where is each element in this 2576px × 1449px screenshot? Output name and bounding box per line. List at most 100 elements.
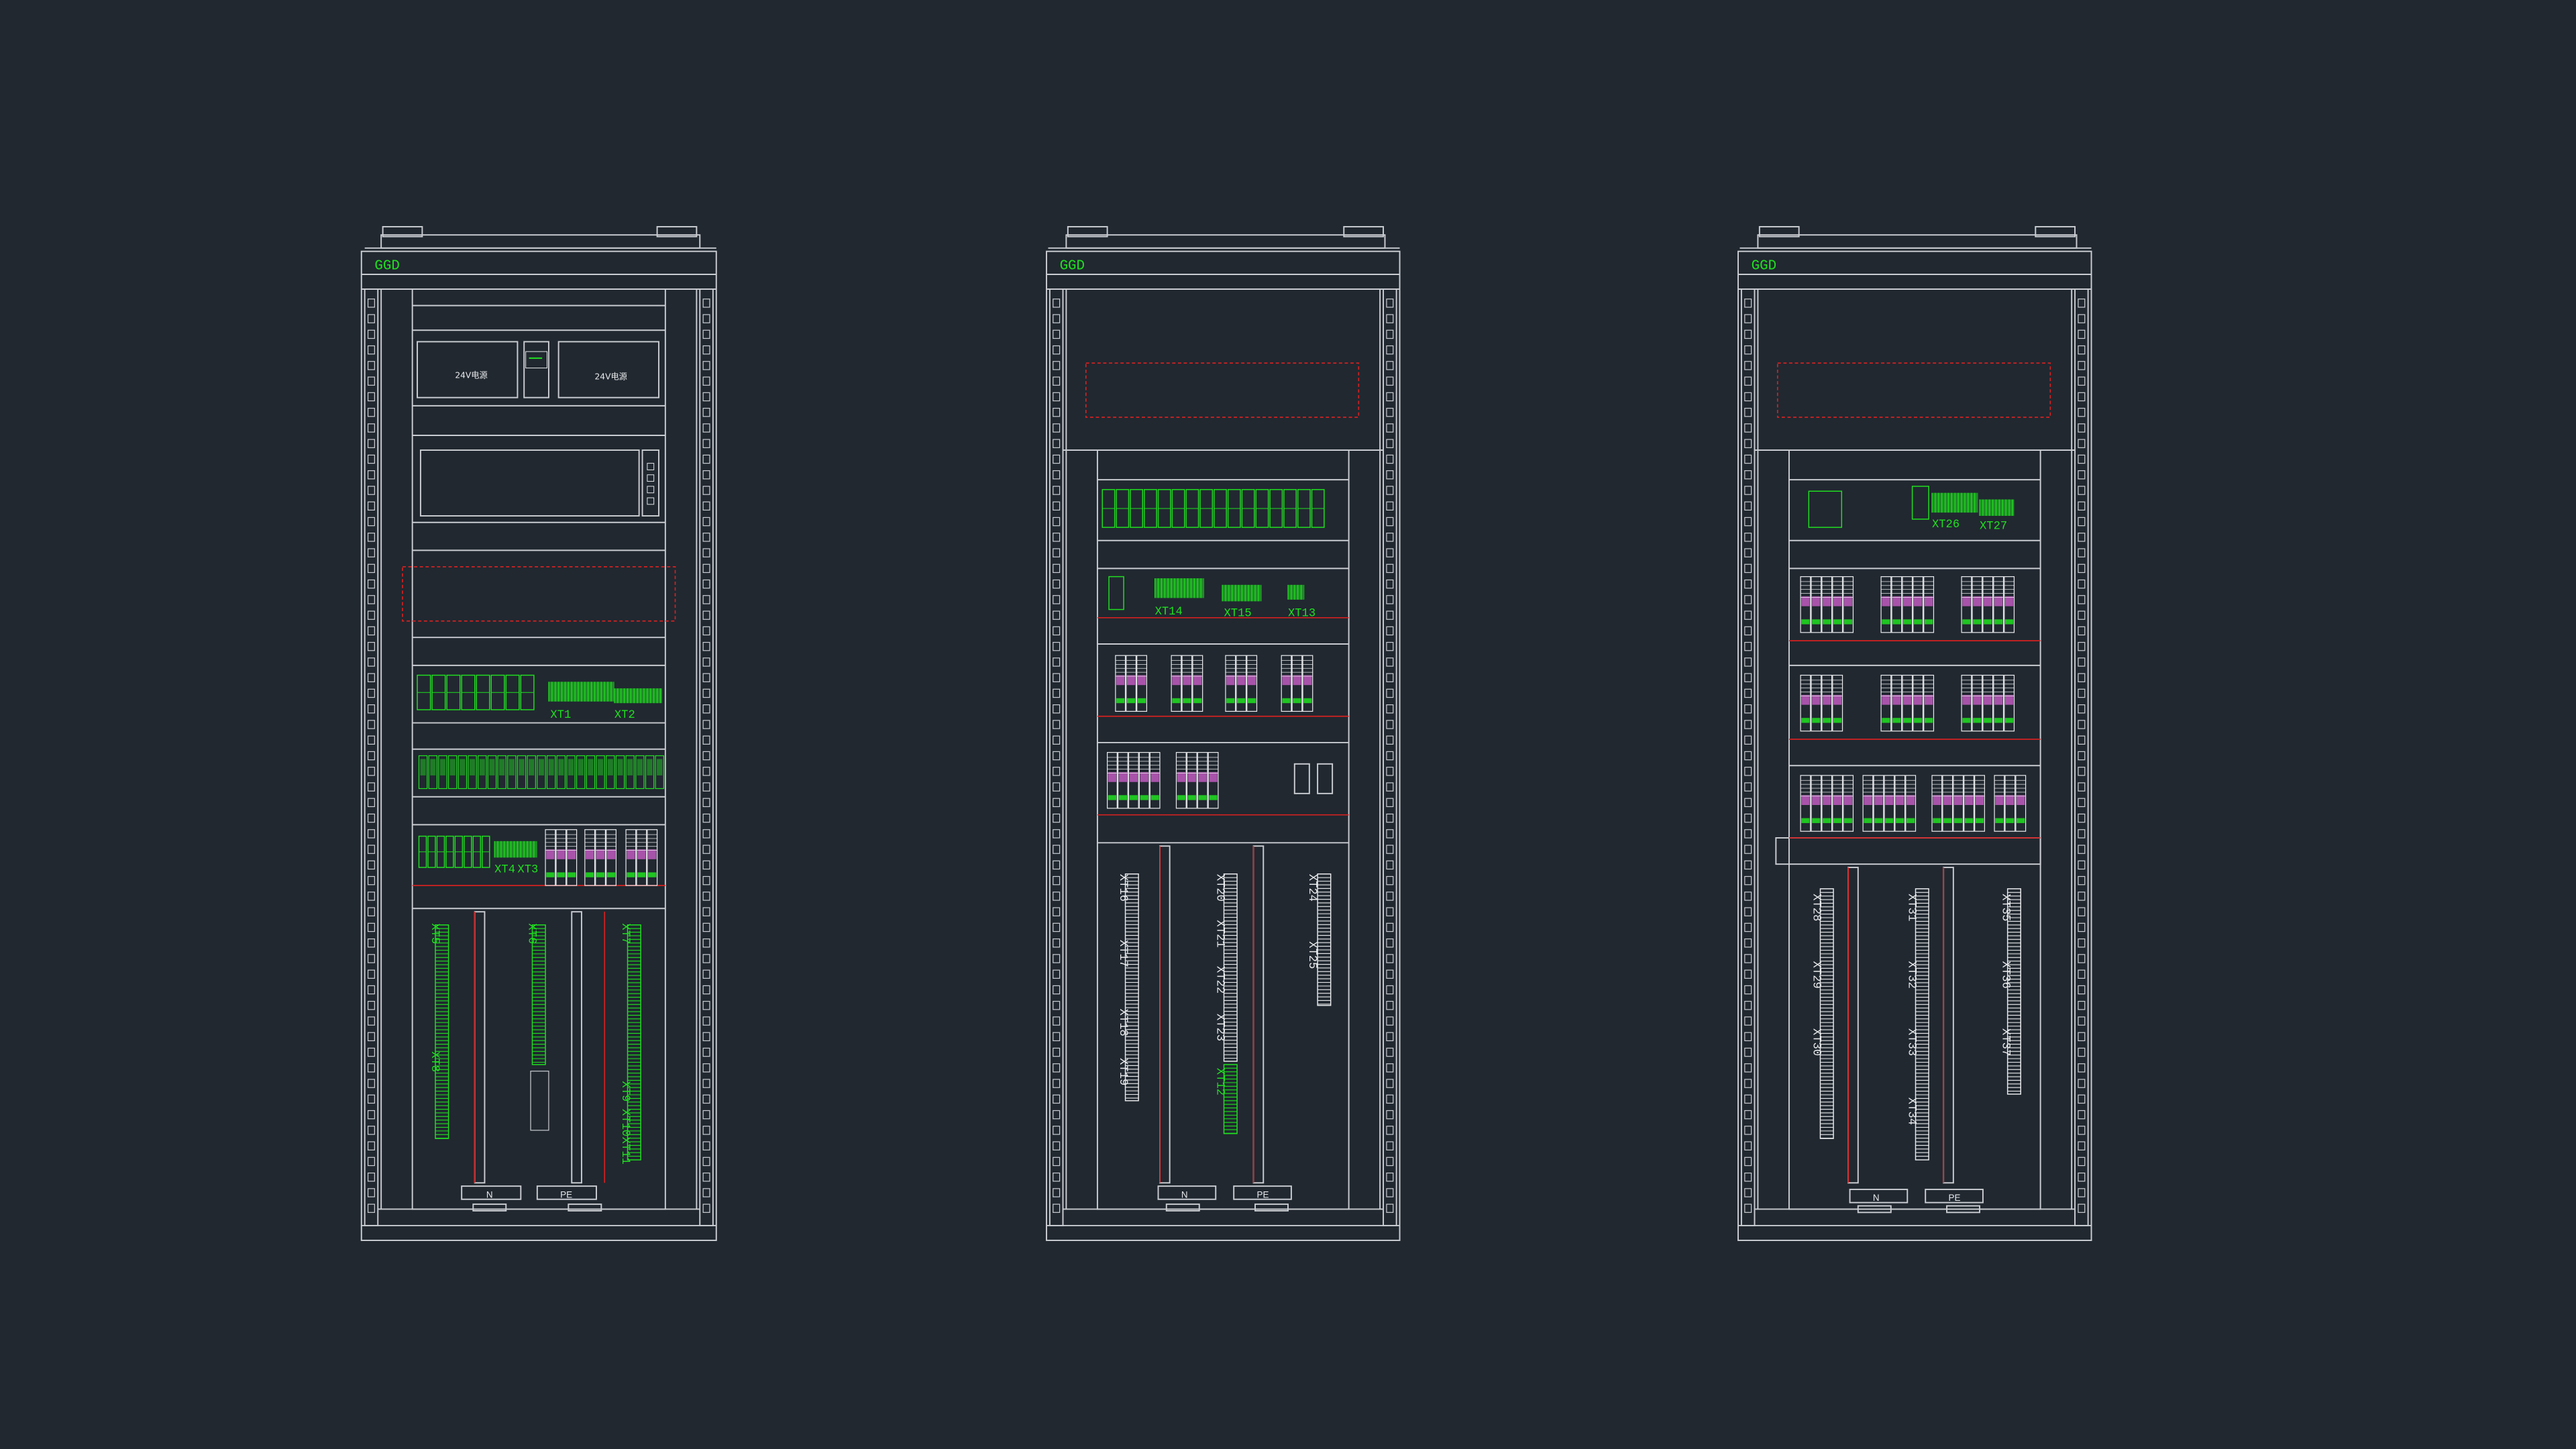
breaker-green-band (1924, 619, 1933, 625)
terminal-strip (614, 688, 662, 704)
breaker-green-band (1924, 718, 1933, 723)
breaker-green-band (606, 872, 616, 877)
breaker-magenta-band (1924, 596, 1933, 606)
breaker-green-band (1237, 698, 1246, 704)
breaker-green-band (1984, 718, 1992, 723)
cabinet-2-n-label: N (1181, 1189, 1188, 1199)
relay-body (627, 759, 633, 775)
relay-body (489, 759, 495, 775)
breaker-magenta-band (1833, 694, 1842, 705)
breaker-magenta-band (1198, 772, 1207, 782)
breaker-magenta-band (1933, 795, 1941, 805)
breaker-green-band (1843, 619, 1853, 625)
breaker-green-band (1892, 619, 1901, 625)
breaker-magenta-band (627, 849, 635, 859)
cabinet-2-xt14-label: XT14 (1155, 606, 1183, 619)
cabinet-3-pe-label: PE (1948, 1193, 1960, 1203)
breaker-green-band (1209, 795, 1218, 800)
vertical-terminal-label: XT36 (1998, 961, 2011, 989)
breaker-magenta-band (1801, 795, 1810, 805)
breaker-green-band (1833, 818, 1842, 823)
relay-body (519, 759, 525, 775)
breaker-magenta-band (1183, 675, 1191, 686)
breaker-green-band (648, 872, 657, 877)
cabinet-2-pe-label: PE (1256, 1189, 1269, 1199)
breaker-magenta-band (1896, 795, 1904, 805)
breaker-magenta-band (648, 849, 657, 859)
breaker-magenta-band (1874, 795, 1883, 805)
breaker-magenta-band (1823, 596, 1831, 606)
relay-body (588, 759, 594, 775)
breaker-magenta-band (1994, 694, 2003, 705)
breaker-magenta-band (568, 849, 576, 859)
breaker-green-band (1193, 698, 1202, 704)
breaker-magenta-band (1237, 675, 1246, 686)
cabinet-1-xt2-label: XT2 (614, 709, 635, 722)
terminal-strip (1155, 578, 1205, 598)
cabinet-1-xt4-label: XT4 (494, 863, 515, 876)
breaker-magenta-band (1954, 795, 1963, 805)
vertical-terminal-label: XT5 (428, 923, 441, 944)
breaker-magenta-band (1914, 694, 1923, 705)
vertical-terminal-label: XT33 (1905, 1028, 1918, 1056)
breaker-green-band (1973, 718, 1982, 723)
breaker-magenta-band (1823, 694, 1831, 705)
breaker-magenta-band (1885, 795, 1894, 805)
relay-body (607, 759, 613, 775)
relay-body (460, 759, 466, 775)
breaker-magenta-band (2004, 694, 2014, 705)
breaker-magenta-band (1129, 772, 1138, 782)
breaker-magenta-band (1282, 675, 1291, 686)
breaker-green-band (1833, 718, 1842, 723)
cabinet-1-psu-1-label: 24V电源 (455, 370, 487, 380)
vertical-terminal-label: XT20 (1214, 874, 1226, 902)
breaker-magenta-band (596, 849, 605, 859)
cabinet-2-brand-label: GGD (1060, 259, 1085, 274)
relay-body (508, 759, 515, 775)
breaker-green-band (1964, 818, 1974, 823)
vertical-terminal-label: XT32 (1905, 961, 1918, 989)
breaker-magenta-band (1812, 795, 1821, 805)
vertical-terminal-label: XT10 (619, 1109, 631, 1136)
vertical-terminal-label: XT29 (1810, 961, 1823, 989)
breaker-magenta-band (1209, 772, 1218, 782)
breaker-green-band (1914, 619, 1923, 625)
cabinet-1-psu-2-label: 24V电源 (595, 372, 627, 382)
relay-body (529, 759, 535, 775)
breaker-green-band (2006, 818, 2015, 823)
breaker-green-band (586, 872, 594, 877)
breaker-green-band (1973, 619, 1982, 625)
breaker-green-band (2017, 818, 2025, 823)
breaker-green-band (1823, 619, 1831, 625)
vertical-terminal-label: XT6 (525, 923, 538, 944)
breaker-magenta-band (1833, 596, 1842, 606)
cabinet-2-xt13-label: XT13 (1288, 607, 1316, 620)
breaker-magenta-band (1293, 675, 1301, 686)
vertical-terminal-label: XT35 (1998, 894, 2011, 921)
breaker-green-band (1183, 698, 1191, 704)
breaker-green-band (1116, 698, 1125, 704)
breaker-green-band (1226, 698, 1235, 704)
breaker-green-band (1140, 795, 1148, 800)
breaker-magenta-band (1833, 795, 1842, 805)
breaker-green-band (2004, 619, 2014, 625)
breaker-green-band (1907, 818, 1915, 823)
breaker-green-band (1187, 795, 1196, 800)
breaker-green-band (1962, 619, 1971, 625)
relay-body (430, 759, 436, 775)
terminal-strip (1288, 584, 1305, 600)
breaker-magenta-band (1973, 694, 1982, 705)
breaker-green-band (1801, 619, 1810, 625)
relay-body (617, 759, 623, 775)
breaker-magenta-band (1226, 675, 1235, 686)
breaker-green-band (1293, 698, 1301, 704)
relay-body (479, 759, 485, 775)
cabinet-3-brand-label: GGD (1752, 259, 1776, 274)
cabinet-1-xt3-label: XT3 (517, 863, 538, 876)
breaker-green-band (1823, 718, 1831, 723)
breaker-green-band (1801, 818, 1810, 823)
breaker-magenta-band (1892, 694, 1901, 705)
breaker-green-band (1864, 818, 1872, 823)
breaker-magenta-band (637, 849, 646, 859)
breaker-magenta-band (1801, 596, 1810, 606)
